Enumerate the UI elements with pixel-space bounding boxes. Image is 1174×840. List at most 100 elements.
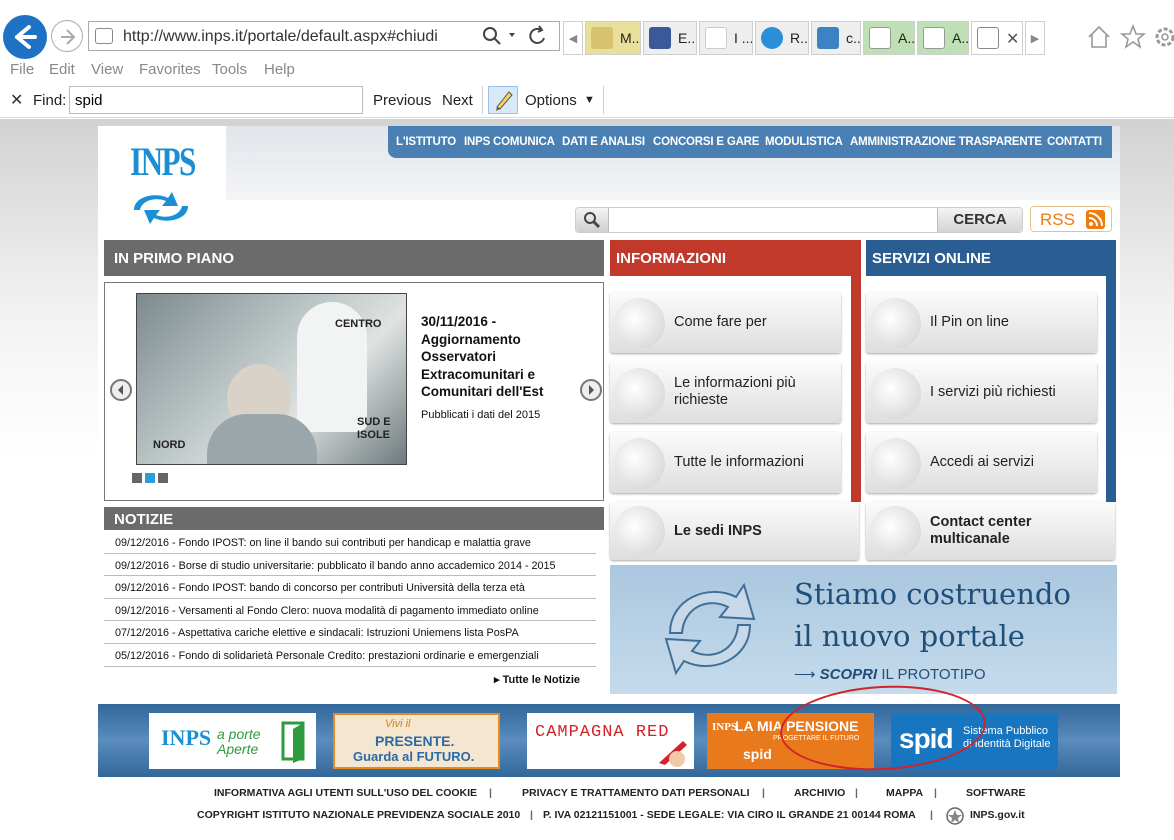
search-input[interactable] xyxy=(610,208,938,232)
footer-govit[interactable]: INPS.gov.it xyxy=(970,809,1025,821)
door-icon xyxy=(281,721,305,763)
search-icon-button[interactable] xyxy=(576,208,609,232)
divider: | xyxy=(930,809,933,821)
avatar-icon xyxy=(591,27,613,49)
tile-servizi-richiesti[interactable]: I servizi più richiesti xyxy=(866,362,1097,423)
tab-strip: ◀ M... E... I ... R... c... A... A... ✕ … xyxy=(563,21,1073,55)
banner-campagna-red[interactable]: CAMPAGNA RED xyxy=(527,713,694,769)
nav-contatti[interactable]: CONTATTI xyxy=(1047,136,1102,148)
tab-3[interactable]: I ... xyxy=(699,21,753,55)
tab-6[interactable]: A... xyxy=(863,21,915,55)
banner-cta[interactable]: ⟶ SCOPRI IL PROTOTIPO xyxy=(794,665,986,683)
tile-circle-icon xyxy=(614,368,665,419)
find-input[interactable] xyxy=(69,86,363,114)
menu-file[interactable]: File xyxy=(10,61,34,78)
rss-button[interactable]: RSS xyxy=(1030,206,1112,232)
nav-modulistica[interactable]: MODULISTICA xyxy=(765,136,843,148)
news-headline[interactable]: 30/11/2016 - Aggiornamento Osservatori E… xyxy=(421,313,596,401)
carousel-dot-active[interactable] xyxy=(145,473,155,483)
all-news-link[interactable]: ▸ Tutte le Notizie xyxy=(494,673,580,686)
menu-view[interactable]: View xyxy=(91,61,123,78)
amazon-icon xyxy=(705,27,727,49)
tabs-scroll-right[interactable]: ▶ xyxy=(1025,21,1045,55)
footer-links: INFORMATIVA AGLI UTENTI SULL'USO DEL COO… xyxy=(0,787,1174,803)
carousel-next-button[interactable] xyxy=(580,379,602,401)
nuovo-portale-banner[interactable]: Stiamo costruendo il nuovo portale ⟶ SCO… xyxy=(610,565,1117,694)
tile-come-fare-per[interactable]: Come fare per xyxy=(610,292,841,353)
find-previous-button[interactable]: Previous xyxy=(373,92,431,109)
nav-inps-comunica[interactable]: INPS COMUNICA xyxy=(464,136,555,148)
rss-label: RSS xyxy=(1040,210,1075,229)
list-item[interactable]: 09/12/2016 - Fondo IPOST: on line il ban… xyxy=(104,531,596,554)
servizi-bar xyxy=(1106,276,1116,502)
divider: | xyxy=(855,787,858,799)
tab-7[interactable]: A... xyxy=(917,21,969,55)
tab-5[interactable]: c... xyxy=(811,21,861,55)
menu-help[interactable]: Help xyxy=(264,61,295,78)
recycle-arrows-icon xyxy=(664,582,756,676)
tile-tutte-informazioni[interactable]: Tutte le informazioni xyxy=(610,432,841,493)
footer-link-privacy[interactable]: PRIVACY E TRATTAMENTO DATI PERSONALI xyxy=(522,787,750,799)
find-next-button[interactable]: Next xyxy=(442,92,473,109)
tile-circle-icon xyxy=(614,438,665,489)
tab-4[interactable]: R... xyxy=(755,21,809,55)
carousel-dot[interactable] xyxy=(132,473,142,483)
nav-concorsi[interactable]: CONCORSI E GARE xyxy=(653,136,759,148)
primo-piano-carousel: CENTRO NORD SUD E ISOLE 30/11/2016 - Agg… xyxy=(104,282,604,501)
back-button[interactable] xyxy=(3,15,47,59)
footer-link-cookie[interactable]: INFORMATIVA AGLI UTENTI SULL'USO DEL COO… xyxy=(214,787,477,799)
footer-link-archivio[interactable]: ARCHIVIO xyxy=(794,787,845,799)
find-options-button[interactable]: Options xyxy=(525,92,577,109)
star-icon[interactable] xyxy=(1120,24,1146,50)
banner-line-1: Stiamo costruendo xyxy=(794,577,1071,611)
find-bar: ✕ Find: Previous Next Options ▼ xyxy=(0,84,1174,116)
forward-button[interactable] xyxy=(51,20,83,52)
list-item[interactable]: 09/12/2016 - Versamenti al Fondo Clero: … xyxy=(104,599,596,622)
menu-favorites[interactable]: Favorites xyxy=(139,61,201,78)
tile-informazioni-richieste[interactable]: Le informazioni più richieste xyxy=(610,362,841,423)
tab-1[interactable]: M... xyxy=(585,21,641,55)
banner-line-2: il nuovo portale xyxy=(794,619,1025,653)
tile-sedi-inps[interactable]: Le sedi INPS xyxy=(610,502,859,560)
informazioni-header: INFORMAZIONI xyxy=(610,240,861,276)
facebook-icon xyxy=(649,27,671,49)
tabs-scroll-left[interactable]: ◀ xyxy=(563,21,583,55)
list-item[interactable]: 07/12/2016 - Aspettativa cariche elettiv… xyxy=(104,621,596,644)
search-button[interactable]: CERCA xyxy=(937,208,1022,232)
list-item[interactable]: 09/12/2016 - Fondo IPOST: bando di conco… xyxy=(104,576,596,599)
home-icon[interactable] xyxy=(1086,24,1112,50)
triangle-right-icon: ▸ xyxy=(494,674,503,686)
footer-link-software[interactable]: SOFTWARE xyxy=(966,787,1026,799)
news-photo[interactable]: CENTRO NORD SUD E ISOLE xyxy=(136,293,407,465)
tab-2[interactable]: E... xyxy=(643,21,697,55)
list-item[interactable]: 05/12/2016 - Fondo di solidarietà Person… xyxy=(104,644,596,667)
menu-edit[interactable]: Edit xyxy=(49,61,75,78)
nav-amministrazione[interactable]: AMMINISTRAZIONE TRASPARENTE xyxy=(850,136,1042,148)
carousel-dot[interactable] xyxy=(158,473,168,483)
tab-active[interactable]: ✕ xyxy=(971,21,1023,55)
close-tab-icon[interactable]: ✕ xyxy=(1006,29,1019,49)
banner-porte-aperte[interactable]: INPS a porte Aperte xyxy=(149,713,316,769)
close-find-icon[interactable]: ✕ xyxy=(10,90,23,110)
tile-accedi-servizi[interactable]: Accedi ai servizi xyxy=(866,432,1097,493)
list-item[interactable]: 09/12/2016 - Borse di studio universitar… xyxy=(104,554,596,577)
highlight-button[interactable] xyxy=(488,86,518,114)
photo-label-nord: NORD xyxy=(153,439,186,451)
menu-tools[interactable]: Tools xyxy=(212,61,247,78)
divider: | xyxy=(530,809,533,821)
tile-pin-on-line[interactable]: Il Pin on line xyxy=(866,292,1097,353)
banner-presente-futuro[interactable]: Vivi il PRESENTE. Guarda al FUTURO. xyxy=(333,713,500,769)
search-refresh-icons[interactable] xyxy=(481,24,551,48)
carousel-dots xyxy=(132,473,172,485)
address-bar[interactable]: http://www.inps.it/portale/default.aspx#… xyxy=(88,21,560,51)
tile-contact-center[interactable]: Contact center multicanale xyxy=(866,502,1115,560)
nav-istituto[interactable]: L'ISTITUTO xyxy=(396,136,456,148)
footer-link-mappa[interactable]: MAPPA xyxy=(886,787,923,799)
chevron-down-icon[interactable]: ▼ xyxy=(584,94,595,106)
nav-dati-analisi[interactable]: DATI E ANALISI xyxy=(562,136,645,148)
inps-logo-small: INPS xyxy=(161,725,212,750)
gear-icon[interactable] xyxy=(1152,24,1174,50)
carousel-prev-button[interactable] xyxy=(110,379,132,401)
inps-logo[interactable]: INPS xyxy=(98,126,226,231)
address-url[interactable]: http://www.inps.it/portale/default.aspx#… xyxy=(123,28,438,46)
